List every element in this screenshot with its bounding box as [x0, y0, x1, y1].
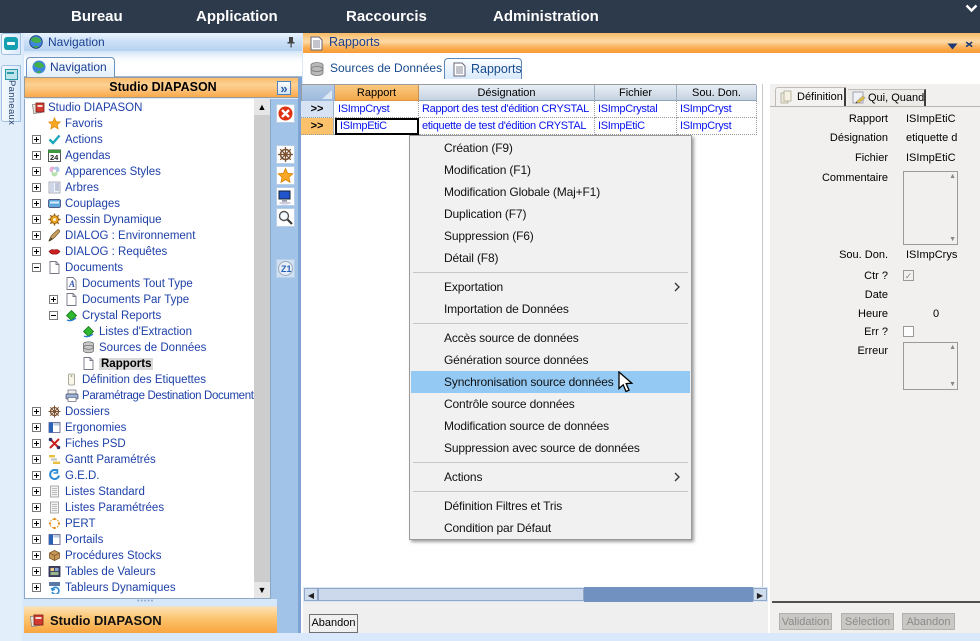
svg-text:24: 24 — [50, 153, 59, 162]
svg-text:Z1: Z1 — [281, 264, 292, 274]
svg-text:A: A — [68, 279, 75, 289]
